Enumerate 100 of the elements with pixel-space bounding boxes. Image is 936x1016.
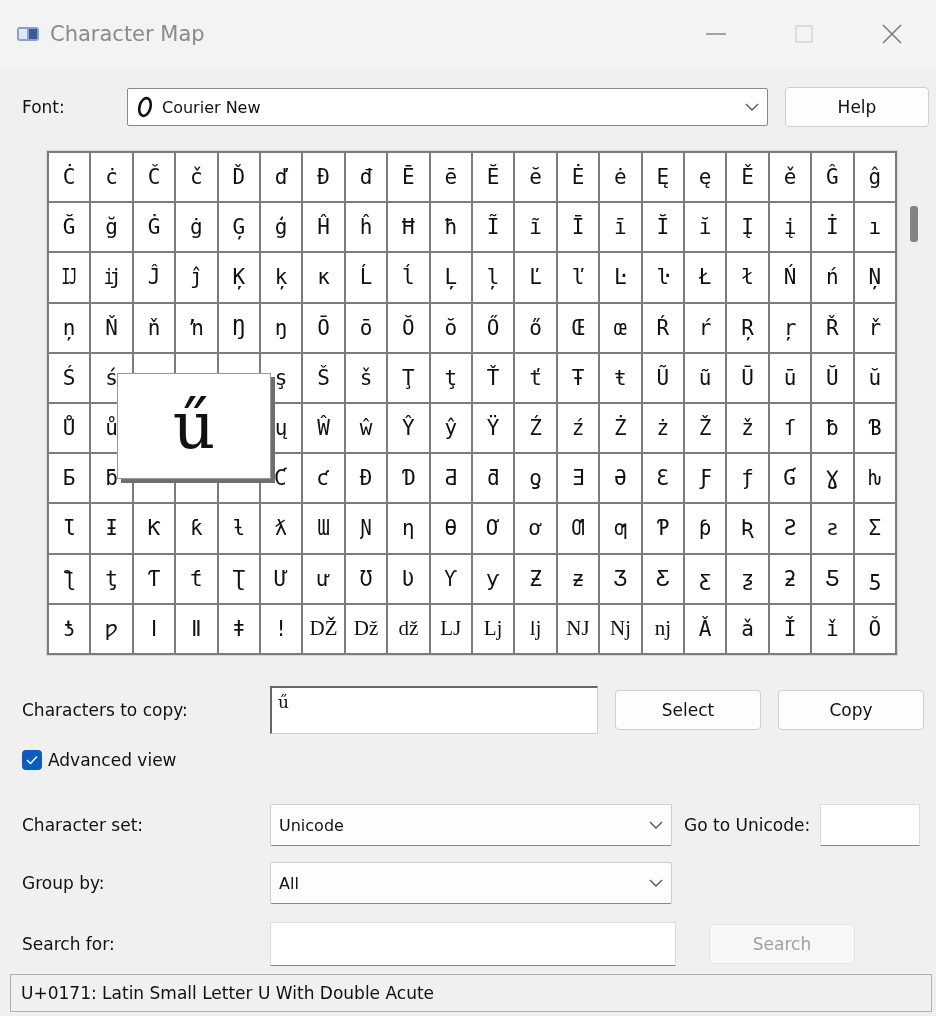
character-cell[interactable]: ŕ xyxy=(685,303,726,352)
character-cell[interactable]: Ũ xyxy=(642,353,683,402)
character-cell[interactable]: Ū xyxy=(727,353,768,402)
character-cell[interactable]: Ƙ xyxy=(133,504,175,553)
character-cell[interactable]: Ī xyxy=(557,203,599,252)
copy-button[interactable]: Copy xyxy=(778,690,924,730)
character-cell[interactable]: Ŏ xyxy=(388,303,429,352)
character-cell[interactable]: Ŧ xyxy=(557,353,599,402)
character-cell[interactable]: ƙ xyxy=(176,504,217,553)
character-cell[interactable]: ŵ xyxy=(345,404,387,453)
character-cell[interactable]: Č xyxy=(133,153,175,202)
character-cell[interactable]: ƚ xyxy=(218,504,259,553)
help-button[interactable]: Help xyxy=(785,87,929,127)
character-cell[interactable]: Ē xyxy=(388,153,429,202)
character-cell[interactable]: ƕ xyxy=(854,454,895,503)
character-cell[interactable]: ļ xyxy=(473,253,514,302)
font-dropdown[interactable]: Courier New xyxy=(127,88,768,126)
character-cell[interactable]: Ʃ xyxy=(854,504,895,553)
character-cell[interactable]: ƺ xyxy=(727,554,768,603)
character-cell[interactable]: Œ xyxy=(557,303,599,352)
character-cell[interactable]: Ř xyxy=(812,303,853,352)
character-cell[interactable]: Ƭ xyxy=(133,554,175,603)
character-cell[interactable]: Ť xyxy=(473,353,514,402)
character-cell[interactable]: ė xyxy=(600,153,641,202)
checkbox[interactable] xyxy=(22,750,42,770)
character-cell[interactable]: ƻ xyxy=(769,554,811,603)
character-cell[interactable]: ƥ xyxy=(685,504,726,553)
character-cell[interactable]: Ƥ xyxy=(642,504,683,553)
character-cell[interactable]: ƞ xyxy=(388,504,429,553)
copy-field[interactable]: ű xyxy=(270,686,598,734)
character-cell[interactable]: Ơ xyxy=(473,504,514,553)
character-cell[interactable]: Ŵ xyxy=(303,404,344,453)
character-cell[interactable]: Ś xyxy=(49,353,90,402)
character-cell[interactable]: Ź xyxy=(515,404,556,453)
character-cell[interactable]: Ķ xyxy=(218,253,259,302)
character-cell[interactable]: ċ xyxy=(91,153,132,202)
character-cell[interactable]: ǂ xyxy=(218,604,259,653)
character-cell[interactable]: Ż xyxy=(600,404,641,453)
character-cell[interactable]: Ő xyxy=(473,303,514,352)
character-cell[interactable]: Ɣ xyxy=(812,454,853,503)
character-cell[interactable]: ǐ xyxy=(812,604,853,653)
character-cell[interactable]: ż xyxy=(642,404,683,453)
character-cell[interactable]: Ď xyxy=(218,153,259,202)
character-cell[interactable]: ǅ xyxy=(345,604,387,653)
character-cell[interactable]: Ǆ xyxy=(303,604,344,653)
scrollbar-thumb[interactable] xyxy=(910,206,918,242)
character-cell[interactable]: ǆ xyxy=(388,604,429,653)
character-cell[interactable]: ƍ xyxy=(515,454,556,503)
character-cell[interactable]: ď xyxy=(261,153,302,202)
character-cell[interactable]: Ł xyxy=(685,253,726,302)
character-cell[interactable]: Ŕ xyxy=(642,303,683,352)
character-cell[interactable]: ǉ xyxy=(515,604,556,653)
character-cell[interactable]: ĕ xyxy=(515,153,556,202)
character-cell[interactable]: ƌ xyxy=(473,454,514,503)
character-cell[interactable]: Ĺ xyxy=(345,253,387,302)
character-cell[interactable]: ĩ xyxy=(515,203,556,252)
search-field[interactable] xyxy=(270,922,676,966)
character-cell[interactable]: ı xyxy=(854,203,895,252)
character-cell[interactable]: ƴ xyxy=(473,554,514,603)
character-cell[interactable]: ƛ xyxy=(261,504,302,553)
character-cell[interactable]: ğ xyxy=(91,203,132,252)
character-cell[interactable]: Ƴ xyxy=(430,554,471,603)
character-cell[interactable]: ņ xyxy=(49,303,90,352)
close-icon[interactable] xyxy=(880,22,904,46)
character-cell[interactable]: Ħ xyxy=(388,203,429,252)
character-cell[interactable]: Ɩ xyxy=(49,504,90,553)
character-cell[interactable]: Ģ xyxy=(218,203,259,252)
character-cell[interactable]: œ xyxy=(600,303,641,352)
character-cell[interactable]: Ư xyxy=(261,554,302,603)
character-cell[interactable]: Ō xyxy=(303,303,344,352)
character-cell[interactable]: ũ xyxy=(685,353,726,402)
character-cell[interactable]: Ƣ xyxy=(557,504,599,553)
character-cell[interactable]: Đ xyxy=(303,153,344,202)
character-cell[interactable]: ƪ xyxy=(49,554,90,603)
character-cell[interactable]: š xyxy=(345,353,387,402)
character-cell[interactable]: Ě xyxy=(727,153,768,202)
character-cell[interactable]: Ļ xyxy=(430,253,471,302)
character-cell[interactable]: ƒ xyxy=(727,454,768,503)
character-cell[interactable]: ƨ xyxy=(812,504,853,553)
character-cell[interactable]: ě xyxy=(769,153,811,202)
character-cell[interactable]: ƭ xyxy=(176,554,217,603)
character-cell[interactable]: ť xyxy=(515,353,556,402)
character-cell[interactable]: ƽ xyxy=(854,554,895,603)
character-cell[interactable]: ę xyxy=(685,153,726,202)
character-cell[interactable]: Ŭ xyxy=(812,353,853,402)
character-cell[interactable]: ķ xyxy=(261,253,302,302)
character-cell[interactable]: Ġ xyxy=(133,203,175,252)
character-cell[interactable]: ŏ xyxy=(430,303,471,352)
character-cell[interactable]: ƿ xyxy=(91,604,132,653)
character-cell[interactable]: Ɠ xyxy=(769,454,811,503)
character-cell[interactable]: ŉ xyxy=(176,303,217,352)
character-cell[interactable]: Ė xyxy=(557,153,599,202)
character-cell[interactable]: ĺ xyxy=(388,253,429,302)
character-cell[interactable]: ǃ xyxy=(261,604,302,653)
character-cell[interactable]: Ɓ xyxy=(854,404,895,453)
character-cell[interactable]: Ɯ xyxy=(303,504,344,553)
character-cell[interactable]: Ĥ xyxy=(303,203,344,252)
character-cell[interactable]: ħ xyxy=(430,203,471,252)
character-cell[interactable]: İ xyxy=(812,203,853,252)
character-cell[interactable]: ź xyxy=(557,404,599,453)
